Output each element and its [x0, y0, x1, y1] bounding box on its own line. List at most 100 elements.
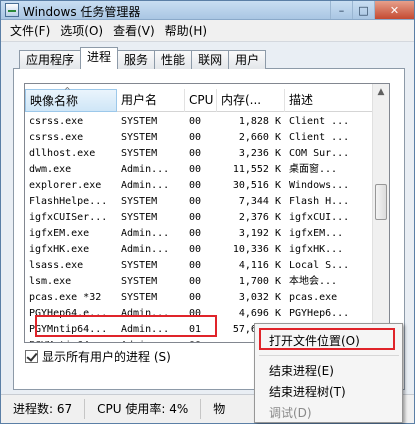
cell-description: Client ... [289, 132, 350, 143]
cell-memory: 11,552 K [232, 164, 281, 175]
cell-user-name: SYSTEM [121, 260, 158, 271]
tab-performance[interactable]: 性能 [154, 50, 193, 69]
cell-cpu: 00 [185, 338, 217, 342]
menu-file[interactable]: 文件(F) [5, 22, 55, 39]
cell-user-name: Admin... [117, 338, 185, 342]
menu-options[interactable]: 选项(O) [55, 22, 108, 39]
cell-description: Local S... [289, 260, 350, 271]
table-row[interactable]: explorer.exe Admin... 00 30,516 K Windows... [25, 178, 377, 194]
cell-cpu: 00 [189, 212, 202, 223]
menu-end-process-tree[interactable]: 结束进程树(T) [269, 383, 346, 400]
cell-image-name: igfxEM.exe [29, 228, 90, 239]
cell-image-name: igfxCUISer... [29, 212, 108, 223]
cell-user-name: SYSTEM [121, 116, 158, 127]
cell-memory: 4,116 K [238, 260, 281, 271]
tab-networking[interactable]: 联网 [191, 50, 230, 69]
table-row[interactable]: csrss.exe SYSTEM 00 1,828 K Client ... [25, 114, 377, 130]
table-row[interactable]: lsass.exe SYSTEM 00 4,116 K Local S... [25, 258, 377, 274]
column-memory[interactable]: 内存(... [217, 89, 285, 112]
column-label: 映像名称 [30, 94, 79, 108]
table-row[interactable]: dllhost.exe SYSTEM 00 3,236 K COM Sur... [25, 146, 377, 162]
cell-image-name: FlashHelpe... [29, 196, 108, 207]
table-row[interactable]: pcas.exe *32 SYSTEM 00 3,032 K pcas.exe [25, 290, 377, 306]
cell-image-name: pcas.exe *32 [29, 292, 102, 303]
cell-user-name: Admin... [121, 228, 170, 239]
cell-user-name: Admin... [121, 244, 170, 255]
cell-description: Client ... [289, 116, 350, 127]
maximize-button[interactable]: □ [352, 1, 374, 19]
vertical-scrollbar[interactable]: ▲ ▼ [372, 84, 389, 342]
process-list[interactable]: ^ 映像名称 用户名 CPU 内存(... 描述 csrss.exe SYSTEM… [24, 83, 390, 343]
table-row[interactable]: FlashHelpe... SYSTEM 00 7,344 K Flash H... [25, 194, 377, 210]
status-memory: 物 [213, 402, 226, 416]
tab-processes[interactable]: 进程 [80, 47, 119, 69]
cell-user-name: SYSTEM [121, 212, 158, 223]
cell-memory: 30,516 K [232, 180, 281, 191]
cell-cpu: 00 [189, 180, 202, 191]
table-row[interactable]: csrss.exe SYSTEM 00 2,660 K Client ... [25, 130, 377, 146]
tab-users[interactable]: 用户 [228, 50, 267, 69]
tab-services[interactable]: 服务 [117, 50, 156, 69]
cell-user-name: SYSTEM [121, 276, 158, 287]
cell-description: COM Sur... [289, 148, 350, 159]
cell-image-name: lsass.exe [29, 260, 84, 271]
cell-cpu: 00 [189, 260, 202, 271]
cell-image-name: lsm.exe [29, 276, 72, 287]
menu-open-file-location[interactable]: 打开文件位置(O) [269, 332, 360, 349]
menu-view[interactable]: 查看(V) [108, 22, 160, 39]
cell-cpu: 00 [189, 116, 202, 127]
minimize-button[interactable]: – [330, 1, 352, 19]
show-all-users-option[interactable]: 显示所有用户的进程 (S) [25, 348, 171, 365]
cell-description: igfxCUI... [289, 212, 350, 223]
cell-memory: 3,032 K [238, 292, 281, 303]
cell-memory: 3,236 K [238, 148, 281, 159]
column-description[interactable]: 描述 [285, 89, 377, 112]
cell-user-name: Admin... [121, 164, 170, 175]
cell-memory: 7,344 K [238, 196, 281, 207]
tab-strip: 应用程序 进程 服务 性能 联网 用户 [19, 47, 267, 69]
cell-image-name: csrss.exe [29, 132, 84, 143]
column-image-name[interactable]: ^ 映像名称 [25, 86, 117, 112]
window-title: Windows 任务管理器 [23, 5, 141, 19]
cell-memory: 1,828 K [238, 116, 281, 127]
cell-image-name: PGYMntip64... [25, 338, 117, 342]
scroll-thumb[interactable] [375, 184, 387, 220]
table-row[interactable]: lsm.exe SYSTEM 00 1,700 K 本地会... [25, 274, 377, 290]
show-all-users-checkbox[interactable] [25, 350, 38, 363]
highlight-process-box [35, 315, 217, 337]
scroll-up-icon[interactable]: ▲ [373, 84, 389, 100]
list-header: ^ 映像名称 用户名 CPU 内存(... 描述 [25, 86, 377, 112]
task-manager-window: Windows 任务管理器 – □ ✕ 文件(F) 选项(O) 查看(V) 帮助… [0, 0, 415, 424]
column-cpu[interactable]: CPU [185, 89, 217, 112]
close-button[interactable]: ✕ [374, 1, 414, 19]
column-user-name[interactable]: 用户名 [117, 89, 185, 112]
cell-cpu: 00 [189, 228, 202, 239]
table-row[interactable]: igfxHK.exe Admin... 00 10,336 K igfxHK... [25, 242, 377, 258]
cell-description: PGYHep6... [289, 308, 350, 319]
cell-cpu: 00 [189, 244, 202, 255]
task-manager-icon [5, 3, 19, 17]
menu-debug: 调试(D) [269, 406, 312, 420]
cell-cpu: 00 [189, 132, 202, 143]
context-menu: 打开文件位置(O) 结束进程(E) 结束进程树(T) 调试(D) [254, 323, 403, 423]
cell-user-name: Admin... [121, 180, 170, 191]
cell-cpu: 00 [189, 196, 202, 207]
cell-memory: 10,336 K [232, 244, 281, 255]
sort-arrow-icon: ^ [64, 86, 71, 95]
process-rows: csrss.exe SYSTEM 00 1,828 K Client ... csrss.… [25, 114, 377, 342]
cell-memory: 1,700 K [238, 276, 281, 287]
menu-separator [259, 355, 399, 356]
menu-end-process[interactable]: 结束进程(E) [269, 362, 334, 379]
cell-memory: 3,192 K [238, 228, 281, 239]
cell-user-name: SYSTEM [121, 196, 158, 207]
cell-memory: 2,660 K [238, 132, 281, 143]
menu-bar: 文件(F) 选项(O) 查看(V) 帮助(H) [1, 20, 414, 42]
table-row[interactable]: dwm.exe Admin... 00 11,552 K 桌面窗... [25, 162, 377, 178]
menu-help[interactable]: 帮助(H) [160, 22, 212, 39]
tab-applications[interactable]: 应用程序 [19, 50, 82, 69]
table-row[interactable]: igfxEM.exe Admin... 00 3,192 K igfxEM... [25, 226, 377, 242]
title-bar[interactable]: Windows 任务管理器 – □ ✕ [1, 1, 414, 20]
cell-cpu: 00 [189, 276, 202, 287]
table-row[interactable]: igfxCUISer... SYSTEM 00 2,376 K igfxCUI... [25, 210, 377, 226]
cell-description: pcas.exe [289, 292, 338, 303]
